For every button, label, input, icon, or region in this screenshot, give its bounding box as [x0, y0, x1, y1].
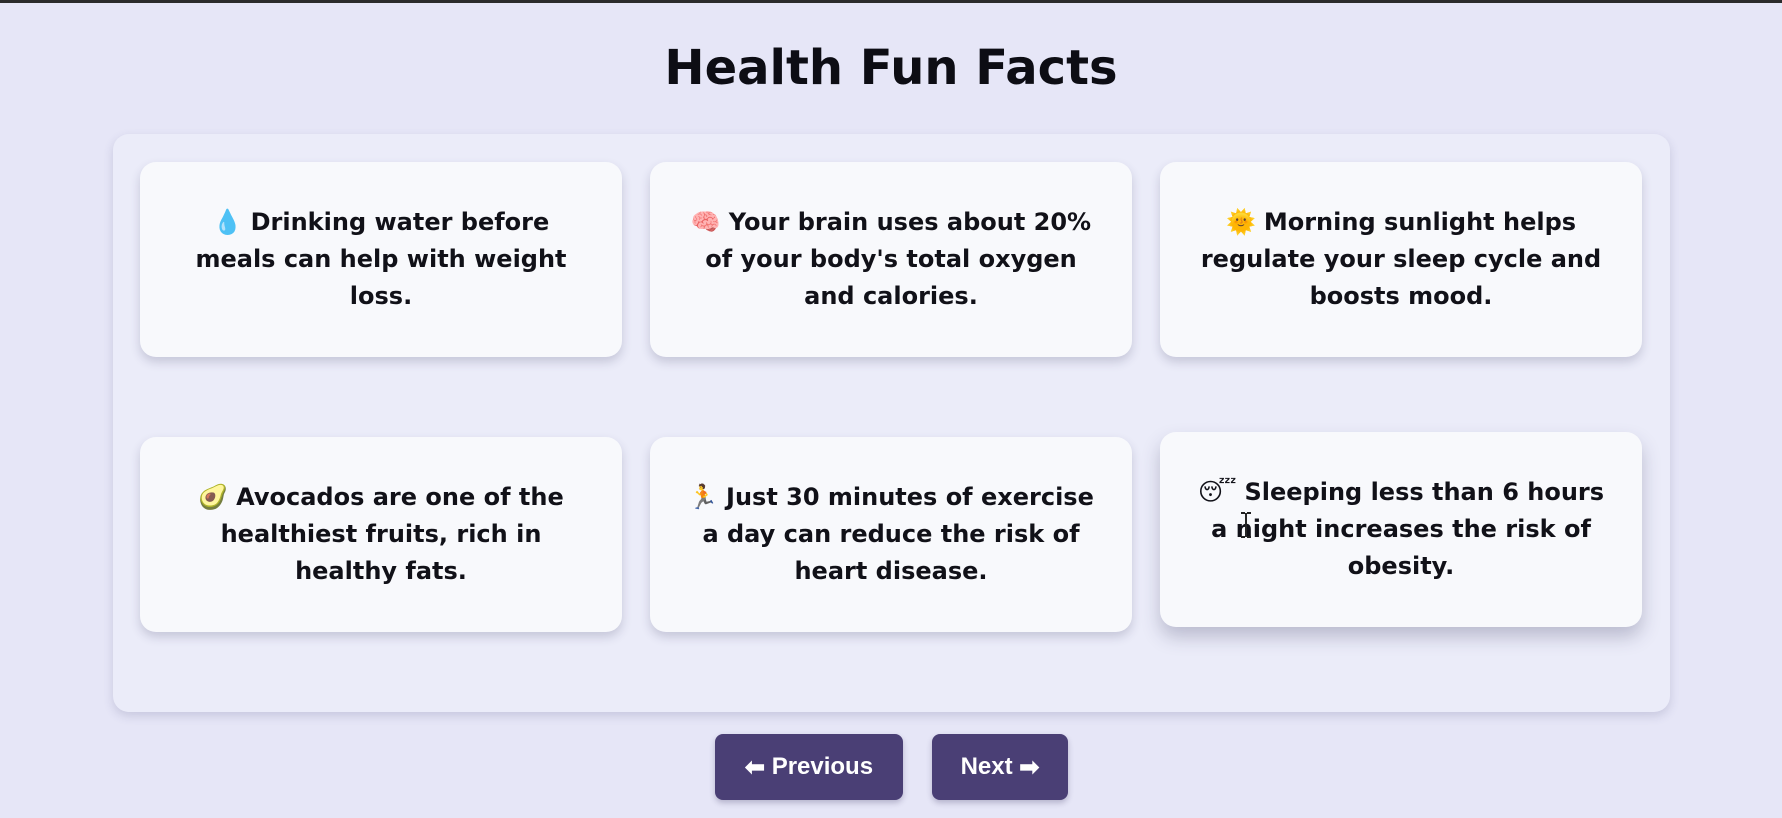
- fact-card[interactable]: 🌞 Morning sunlight helps regulate your sl…: [1160, 162, 1642, 357]
- fact-card[interactable]: 🧠 Your brain uses about 20% of your body'…: [650, 162, 1132, 357]
- fact-text: 🌞 Morning sunlight helps regulate your sl…: [1196, 204, 1606, 315]
- fact-text: 😴 Sleeping less than 6 hours a night incr…: [1196, 474, 1606, 585]
- sun-icon: 🌞: [1225, 208, 1256, 236]
- sleeping-face-icon: 😴: [1197, 478, 1237, 506]
- running-person-icon: 🏃: [688, 483, 719, 511]
- fact-card[interactable]: 🥑 Avocados are one of the healthiest frui…: [140, 437, 622, 632]
- arrow-right-icon: ➡: [1019, 753, 1040, 781]
- fact-text: 🏃 Just 30 minutes of exercise a day can r…: [686, 479, 1096, 590]
- next-button[interactable]: Next ➡: [932, 734, 1068, 800]
- brain-icon: 🧠: [690, 208, 721, 236]
- next-button-label: Next: [960, 753, 1013, 780]
- fact-text-content: Your brain uses about 20% of your body's…: [705, 208, 1092, 310]
- fact-text-content: Sleeping less than 6 hours a night incre…: [1211, 478, 1605, 580]
- water-drop-icon: 💧: [212, 208, 243, 236]
- previous-button-label: Previous: [771, 753, 874, 780]
- fact-text-content: Morning sunlight helps regulate your sle…: [1200, 208, 1602, 310]
- fact-text-content: Avocados are one of the healthiest fruit…: [220, 483, 564, 585]
- page-title: Health Fun Facts: [664, 40, 1118, 96]
- fact-text: 🥑 Avocados are one of the healthiest frui…: [176, 479, 586, 590]
- fact-card[interactable]: 🏃 Just 30 minutes of exercise a day can r…: [650, 437, 1132, 632]
- previous-button[interactable]: ⬅ Previous: [715, 734, 903, 800]
- arrow-left-icon: ⬅: [744, 753, 766, 781]
- fact-text: 🧠 Your brain uses about 20% of your body'…: [686, 204, 1096, 315]
- text-cursor-icon: [1241, 512, 1251, 538]
- fact-card-hovered[interactable]: 😴 Sleeping less than 6 hours a night incr…: [1160, 432, 1642, 627]
- fact-text: 💧 Drinking water before meals can help wi…: [176, 204, 586, 315]
- window-top-border: [0, 0, 1782, 3]
- fact-text-content: Drinking water before meals can help wit…: [195, 208, 567, 310]
- avocado-icon: 🥑: [198, 483, 229, 511]
- fact-card[interactable]: 💧 Drinking water before meals can help wi…: [140, 162, 622, 357]
- fact-text-content: Just 30 minutes of exercise a day can re…: [702, 483, 1094, 585]
- facts-grid-panel: 💧 Drinking water before meals can help wi…: [113, 134, 1670, 712]
